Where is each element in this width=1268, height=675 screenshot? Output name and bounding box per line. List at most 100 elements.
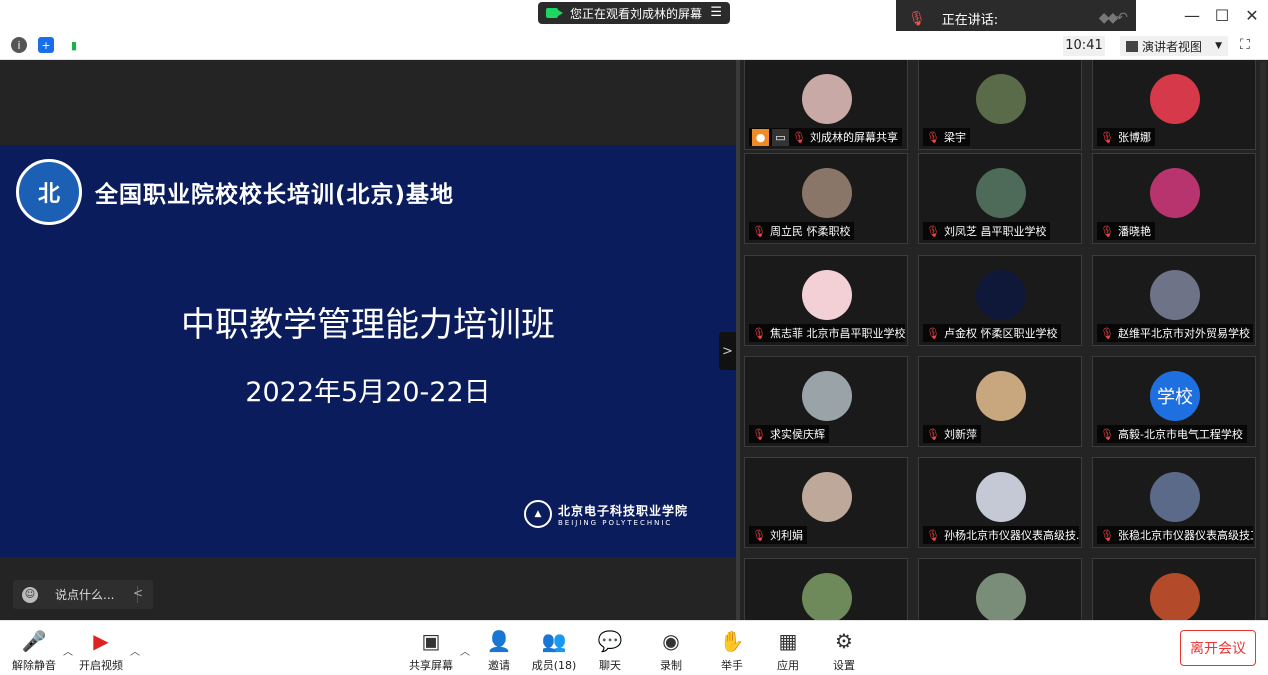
host-icon: ● — [752, 128, 769, 146]
minimize-button[interactable]: — — [1182, 6, 1202, 25]
emoji-icon[interactable]: ☺ — [22, 586, 38, 603]
participant-tile[interactable]: 🎙 焦志菲 北京市昌平职业学校 — [744, 255, 908, 346]
participant-avatar — [1150, 270, 1200, 320]
participant-avatar — [802, 168, 852, 218]
shared-screen-area: 北 全国职业院校校长培训(北京)基地 中职教学管理能力培训班 2022年5月20… — [0, 60, 736, 620]
participant-avatar — [802, 371, 852, 421]
participant-avatar — [802, 74, 852, 124]
start-video-button[interactable]: ▶ 开启视频 — [73, 629, 129, 673]
participant-avatar — [802, 573, 852, 620]
mic-muted-icon: 🎙 — [1100, 427, 1114, 441]
mic-muted-icon: 🎙 — [908, 10, 926, 27]
invite-button[interactable]: 👤 邀请 — [471, 629, 527, 673]
security-shield-icon[interactable]: + — [38, 37, 54, 53]
members-button[interactable]: 👥 成员(18) — [526, 629, 582, 673]
participant-name: 刘成林的屏幕共享 — [809, 131, 898, 144]
video-off-icon: ▶ — [93, 629, 109, 653]
settings-label: 设置 — [833, 659, 855, 672]
record-button[interactable]: ◉ 录制 — [643, 629, 699, 673]
share-options-chevron-icon[interactable]: ︿ — [460, 643, 470, 658]
members-label: 成员(18) — [531, 659, 577, 672]
participant-avatar — [802, 472, 852, 522]
school-logo: ▲ 北京电子科技职业学院 BEIJING POLYTECHNIC — [524, 500, 688, 528]
share-screen-label: 共享屏幕 — [409, 659, 453, 672]
speaking-label: 正在讲话: — [941, 13, 999, 28]
participant-name: 刘利娟 — [769, 529, 803, 542]
settings-button[interactable]: ⚙ 设置 — [816, 629, 872, 673]
participant-avatar: 学校 — [1150, 371, 1200, 421]
participant-name-tag: 🎙 刘利娟 — [749, 526, 807, 544]
collapse-gallery-button[interactable]: > — [719, 332, 736, 370]
participant-tile[interactable] — [744, 558, 908, 620]
school-seal-icon: ▲ — [524, 500, 552, 528]
participant-avatar — [976, 472, 1026, 522]
mic-muted-icon: 🎙 — [752, 224, 766, 238]
participant-tile[interactable]: 🎙 孙杨北京市仪器仪表高级技... — [918, 457, 1082, 548]
participant-tile[interactable] — [918, 558, 1082, 620]
share-banner[interactable]: 您正在观看刘成林的屏幕 ☰ — [538, 2, 730, 24]
view-mode-label: 演讲者视图 — [1142, 39, 1203, 54]
gallery-divider[interactable] — [736, 60, 740, 620]
raise-hand-button[interactable]: ✋ 举手 — [704, 629, 760, 673]
chat-input[interactable]: ☺ 说点什么... < — [13, 580, 153, 609]
close-button[interactable]: ✕ — [1242, 6, 1262, 25]
participant-tile[interactable]: ● ▭ 🎙 刘成林的屏幕共享 — [744, 60, 908, 150]
org-name: 全国职业院校校长培训(北京)基地 — [95, 182, 455, 208]
mic-muted-icon: 🎙 — [926, 130, 940, 144]
mic-muted-icon: 🎙 — [926, 528, 940, 542]
share-screen-button[interactable]: ▣ 共享屏幕 — [403, 629, 459, 673]
participant-name-tag: 🎙 梁宇 — [923, 128, 970, 146]
participant-tile[interactable]: 🎙 梁宇 — [918, 60, 1082, 150]
chat-label: 聊天 — [599, 659, 621, 672]
chat-button[interactable]: 💬 聊天 — [582, 629, 638, 673]
mic-muted-icon: 🎙 — [1100, 224, 1114, 238]
info-icon[interactable]: i — [11, 37, 27, 53]
participant-tile[interactable]: 🎙 周立民 怀柔职校 — [744, 153, 908, 244]
participant-name-tag: 🎙 求实侯庆辉 — [749, 425, 829, 443]
audio-options-chevron-icon[interactable]: ︿ — [63, 643, 73, 658]
view-mode-dropdown[interactable]: 演讲者视图 ▼ — [1120, 36, 1228, 56]
participant-tile[interactable]: 🎙 张博娜 — [1092, 60, 1256, 150]
maximize-button[interactable]: ☐ — [1212, 6, 1232, 25]
menu-icon[interactable]: ☰ — [710, 5, 722, 20]
participant-avatar — [976, 573, 1026, 620]
chevron-left-icon[interactable]: < — [133, 586, 143, 600]
signal-strength-icon[interactable]: ▮ — [66, 37, 82, 53]
chat-placeholder: 说点什么... — [55, 588, 115, 602]
unmute-label: 解除静音 — [12, 659, 56, 672]
participant-name-tag: 🎙 刘凤芝 昌平职业学校 — [923, 222, 1051, 240]
unmute-button[interactable]: 🎤 解除静音 — [6, 629, 62, 673]
gallery-scrollbar[interactable] — [1260, 62, 1266, 618]
participant-tile[interactable]: 🎙 刘利娟 — [744, 457, 908, 548]
participant-name-tag: 🎙 卢金权 怀柔区职业学校 — [923, 324, 1062, 342]
mic-off-icon: 🎤 — [21, 629, 47, 653]
hand-icon: ✋ — [719, 629, 745, 653]
apps-button[interactable]: ▦ 应用 — [760, 629, 816, 673]
participant-tile[interactable]: 🎙 潘晓艳 — [1092, 153, 1256, 244]
video-options-chevron-icon[interactable]: ︿ — [130, 643, 140, 658]
participant-avatar — [976, 371, 1026, 421]
participant-name: 刘凤芝 昌平职业学校 — [943, 225, 1047, 238]
screen-share-icon: ▭ — [772, 128, 789, 146]
participant-tile[interactable]: 🎙张稳北京市仪器仪表高级技工... — [1092, 457, 1256, 548]
participant-tile[interactable]: 🎙 卢金权 怀柔区职业学校 — [918, 255, 1082, 346]
participant-tile[interactable]: 🎙 赵维平北京市对外贸易学校 — [1092, 255, 1256, 346]
participant-name: 周立民 怀柔职校 — [769, 225, 851, 238]
leave-meeting-button[interactable]: 离开会议 — [1180, 630, 1256, 666]
mic-muted-icon: 🎙 — [926, 224, 940, 238]
start-video-label: 开启视频 — [79, 659, 123, 672]
participant-tile[interactable]: 🎙 求实侯庆辉 — [744, 356, 908, 447]
participant-tile[interactable]: 🎙 刘新萍 — [918, 356, 1082, 447]
mic-muted-icon: 🎙 — [752, 427, 766, 441]
add-user-icon: 👤 — [486, 629, 512, 653]
participant-name-tag: 🎙张稳北京市仪器仪表高级技工... — [1097, 526, 1253, 544]
mic-muted-icon: 🎙 — [926, 427, 940, 441]
share-banner-text: 您正在观看刘成林的屏幕 — [570, 6, 703, 21]
meeting-time: 10:41 — [1063, 36, 1105, 56]
view-layout-icon — [1126, 40, 1138, 52]
fullscreen-icon[interactable]: ⛶ — [1240, 37, 1256, 53]
participant-name: 求实侯庆辉 — [769, 428, 825, 441]
participant-tile[interactable] — [1092, 558, 1256, 620]
participant-tile[interactable]: 学校 🎙 高毅-北京市电气工程学校 — [1092, 356, 1256, 447]
participant-tile[interactable]: 🎙 刘凤芝 昌平职业学校 — [918, 153, 1082, 244]
